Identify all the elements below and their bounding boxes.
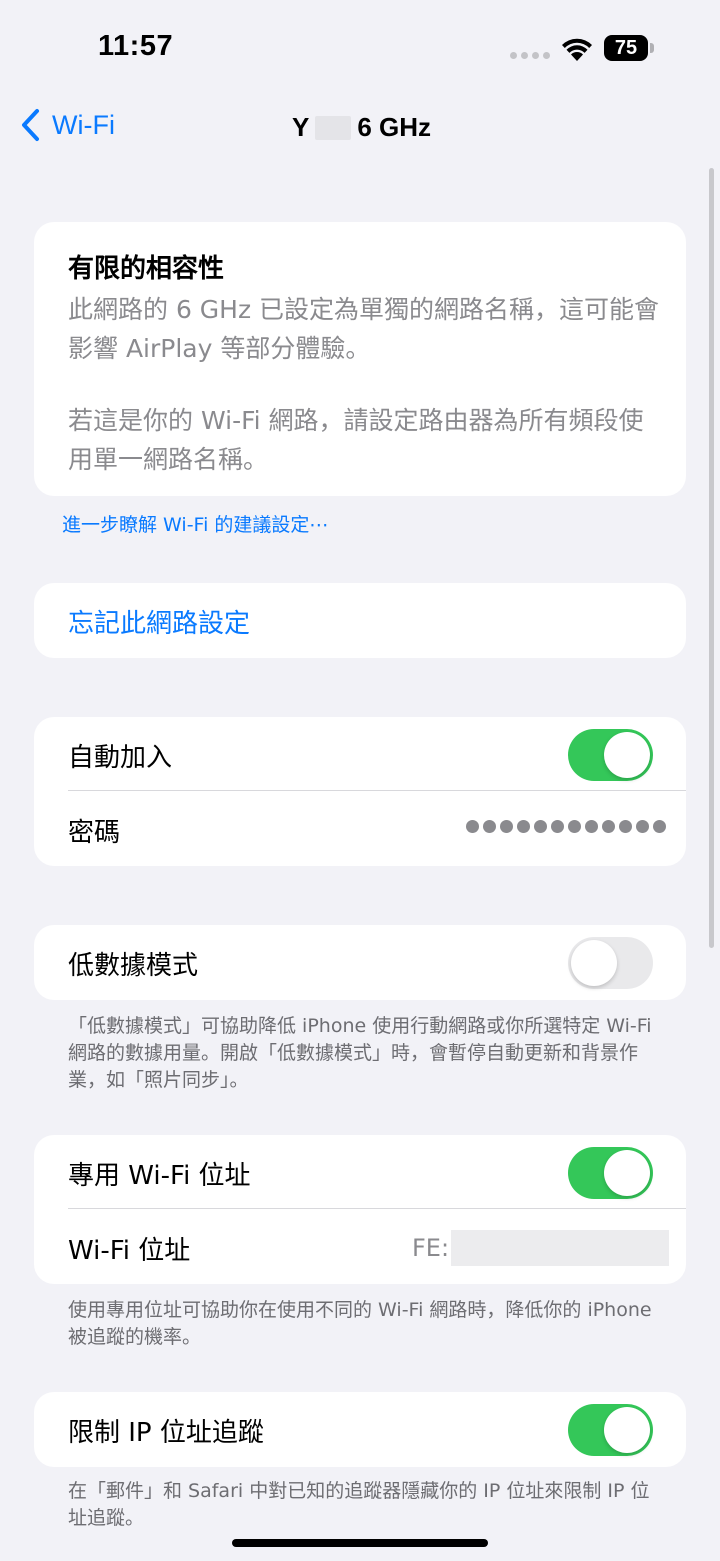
chevron-left-icon <box>22 109 39 141</box>
toggle-knob <box>571 940 617 986</box>
compatibility-paragraph-1: 此網路的 6 GHz 已設定為單獨的網路名稱，這可能會影響 AirPlay 等部… <box>68 295 660 363</box>
wifi-signal-icon <box>562 38 592 61</box>
back-button[interactable]: Wi-Fi <box>20 108 115 142</box>
low-data-row: 低數據模式 <box>34 925 686 999</box>
ip-tracking-label: 限制 IP 位址追蹤 <box>68 1418 264 1448</box>
redacted-address <box>451 1230 670 1266</box>
low-data-label: 低數據模式 <box>68 951 199 981</box>
home-indicator[interactable] <box>232 1539 488 1547</box>
private-address-footer: 使用專用位址可協助你在使用不同的 Wi-Fi 網路時，降低你的 iPhone 被… <box>68 1299 652 1348</box>
row-divider <box>68 1208 686 1209</box>
password-mask <box>466 820 666 833</box>
compatibility-title: 有限的相容性 <box>68 254 225 284</box>
page-title: Y 6 GHz <box>292 112 431 143</box>
auto-join-toggle[interactable] <box>568 729 653 781</box>
battery-icon: 75 <box>604 35 648 61</box>
password-row[interactable]: 密碼 <box>34 792 686 866</box>
title-prefix: Y <box>292 112 310 142</box>
wifi-address-value: FE: <box>412 1230 670 1266</box>
password-label: 密碼 <box>68 818 121 848</box>
low-data-toggle[interactable] <box>568 937 653 989</box>
auto-join-row: 自動加入 <box>34 717 686 791</box>
ip-tracking-toggle[interactable] <box>568 1404 653 1456</box>
row-divider <box>68 790 686 791</box>
scrollbar[interactable] <box>709 168 714 948</box>
ip-tracking-card: 限制 IP 位址追蹤 <box>34 1392 686 1467</box>
private-address-toggle[interactable] <box>568 1147 653 1199</box>
back-label: Wi-Fi <box>52 109 115 140</box>
compatibility-paragraph-2: 若這是你的 Wi-Fi 網路，請設定路由器為所有頻段使用單一網路名稱。 <box>68 406 644 474</box>
toggle-knob <box>604 732 650 778</box>
forget-network-label: 忘記此網路設定 <box>68 609 251 639</box>
wifi-address-label: Wi-Fi 位址 <box>68 1236 191 1266</box>
low-data-footer: 「低數據模式」可協助降低 iPhone 使用行動網路或你所選特定 Wi-Fi 網… <box>68 1015 652 1091</box>
toggle-knob <box>604 1407 650 1453</box>
navigation-bar: Wi-Fi Y 6 GHz <box>0 100 720 156</box>
status-time: 11:57 <box>98 30 174 62</box>
redacted-network-name <box>315 115 352 140</box>
low-data-card: 低數據模式 <box>34 925 686 1000</box>
wifi-address-row: Wi-Fi 位址 FE: <box>34 1210 686 1284</box>
ip-tracking-footer: 在「郵件」和 Safari 中對已知的追蹤器隱藏你的 IP 位址來限制 IP 位… <box>68 1480 650 1529</box>
toggle-knob <box>604 1150 650 1196</box>
ip-tracking-row: 限制 IP 位址追蹤 <box>34 1392 686 1466</box>
compatibility-text: 此網路的 6 GHz 已設定為單獨的網路名稱，這可能會影響 AirPlay 等部… <box>68 290 668 496</box>
join-settings-card: 自動加入 密碼 <box>34 717 686 866</box>
private-address-label: 專用 Wi-Fi 位址 <box>68 1161 251 1191</box>
status-bar: 11:57 75 <box>0 0 720 96</box>
title-suffix: 6 GHz <box>357 112 432 142</box>
forget-network-button[interactable]: 忘記此網路設定 <box>34 583 686 658</box>
battery-tip <box>650 43 654 53</box>
auto-join-label: 自動加入 <box>68 743 173 773</box>
cellular-signal-icon <box>510 52 550 59</box>
private-address-row: 專用 Wi-Fi 位址 <box>34 1135 686 1209</box>
private-address-card: 專用 Wi-Fi 位址 Wi-Fi 位址 FE: <box>34 1135 686 1284</box>
wifi-address-prefix: FE: <box>412 1234 450 1262</box>
learn-more-link[interactable]: 進一步瞭解 Wi-Fi 的建議設定⋯ <box>62 510 328 537</box>
battery-level: 75 <box>614 36 638 59</box>
compatibility-card: 有限的相容性 此網路的 6 GHz 已設定為單獨的網路名稱，這可能會影響 Air… <box>34 222 686 496</box>
